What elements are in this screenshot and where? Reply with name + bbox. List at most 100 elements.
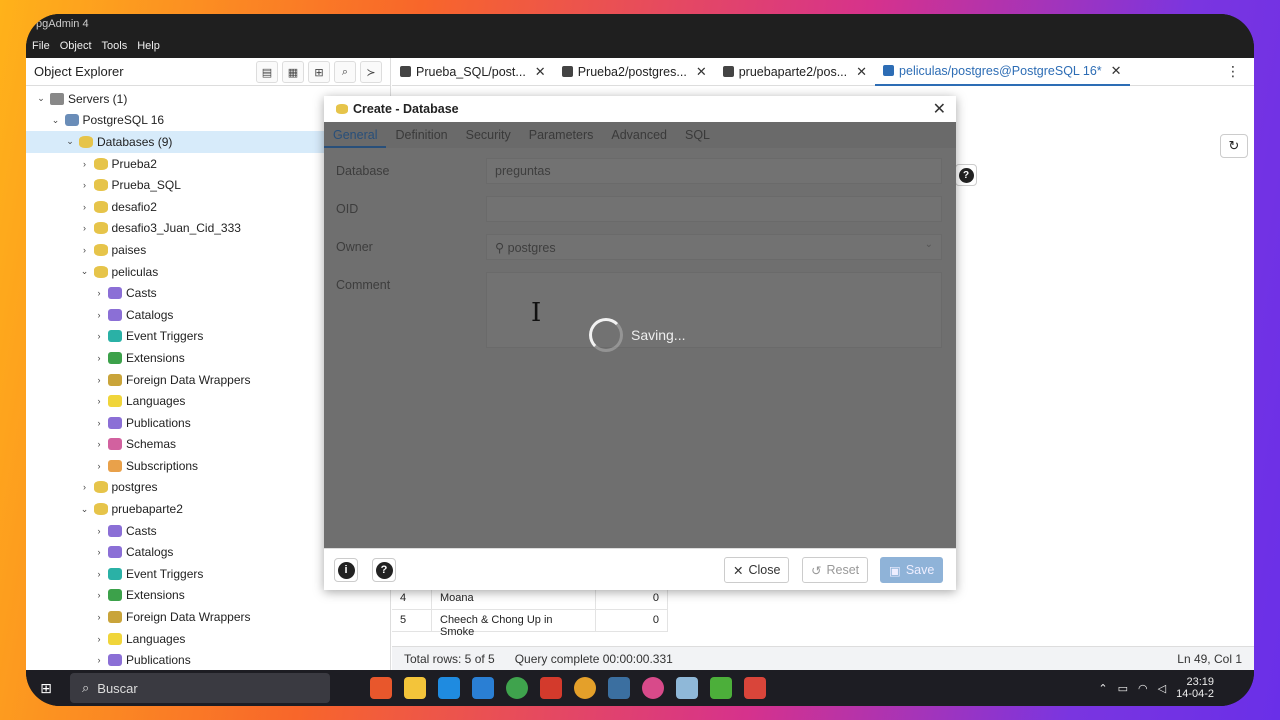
table-row[interactable]: 4 Moana 0 (392, 588, 668, 610)
more-menu-icon[interactable]: ⋮ (1226, 63, 1254, 80)
tab-sql[interactable]: SQL (676, 122, 719, 148)
close-icon[interactable]: ✕ (1111, 63, 1122, 79)
chevron-right-icon[interactable]: › (92, 418, 106, 428)
save-button[interactable]: ▣ Save (880, 557, 944, 583)
chevron-up-icon[interactable]: ⌃ (1098, 682, 1107, 695)
filter-table-icon[interactable]: ⊞ (308, 61, 330, 83)
clock[interactable]: 23:19 14-04-2 (1176, 676, 1214, 700)
chevron-right-icon[interactable]: › (78, 159, 92, 169)
query-tab[interactable]: pruebaparte2/pos... ✕ (715, 58, 875, 86)
tree-item-label: Schemas (126, 437, 177, 452)
owner-select[interactable]: ⚲ postgres ⌄ (486, 234, 942, 260)
tab-general[interactable]: General (324, 122, 387, 148)
query-tab[interactable]: Prueba2/postgres... ✕ (554, 58, 715, 86)
chevron-right-icon[interactable]: › (92, 461, 106, 471)
menu-help[interactable]: Help (137, 40, 160, 56)
app-icon[interactable] (710, 677, 732, 699)
chevron-down-icon[interactable]: ⌄ (78, 504, 92, 515)
query-tab[interactable]: Prueba_SQL/post... ✕ (392, 58, 554, 86)
pgadmin-icon[interactable] (608, 677, 630, 699)
help-button[interactable]: ? (372, 558, 396, 582)
table-tool-icon[interactable]: ▦ (282, 61, 304, 83)
close-icon[interactable]: ✕ (856, 64, 867, 80)
tree-item-label: Extensions (126, 350, 185, 365)
vscode-icon[interactable] (472, 677, 494, 699)
file-explorer-icon[interactable] (404, 677, 426, 699)
tree-item-label: paises (111, 242, 147, 257)
chevron-down-icon[interactable]: ⌄ (34, 93, 48, 104)
chevron-right-icon[interactable]: › (92, 547, 106, 557)
app-icon[interactable] (438, 677, 460, 699)
dialog-titlebar[interactable]: Create - Database ✕ (324, 96, 956, 122)
search-placeholder: Buscar (97, 680, 138, 696)
comment-textarea[interactable] (486, 272, 942, 348)
app-icon[interactable] (642, 677, 664, 699)
battery-icon[interactable]: ▭ (1118, 682, 1128, 695)
chrome-icon[interactable] (574, 677, 596, 699)
close-button[interactable]: ✕ Close (724, 557, 790, 583)
firefox-icon[interactable] (370, 677, 392, 699)
tab-advanced[interactable]: Advanced (602, 122, 676, 148)
chevron-down-icon[interactable]: ⌄ (63, 136, 77, 147)
tree-item-label: Event Triggers (126, 329, 204, 344)
chevron-right-icon[interactable]: › (78, 180, 92, 190)
tab-definition[interactable]: Definition (386, 122, 456, 148)
oid-input[interactable] (486, 196, 942, 222)
chevron-right-icon[interactable]: › (92, 526, 106, 536)
app-icon[interactable] (676, 677, 698, 699)
database-input[interactable]: preguntas (486, 158, 942, 184)
chevron-right-icon[interactable]: › (92, 655, 106, 665)
refresh-icon[interactable]: ↻ (1220, 134, 1248, 158)
menu-object[interactable]: Object (60, 40, 92, 56)
close-icon: ✕ (733, 563, 744, 578)
tab-parameters[interactable]: Parameters (520, 122, 603, 148)
reset-button[interactable]: ↺ Reset (802, 557, 869, 583)
chevron-right-icon[interactable]: › (92, 331, 106, 341)
extensions-icon (108, 589, 122, 602)
taskbar-search[interactable]: ⌕ Buscar (70, 673, 330, 703)
table-row[interactable]: 5 Cheech & Chong Up in Smoke 0 (392, 610, 668, 638)
chevron-right-icon[interactable]: › (92, 353, 106, 363)
menu-tools[interactable]: Tools (102, 40, 128, 56)
chevron-right-icon[interactable]: › (78, 245, 92, 255)
terminal-icon[interactable]: ≻ (360, 61, 382, 83)
chevron-right-icon[interactable]: › (92, 439, 106, 449)
chevron-right-icon[interactable]: › (78, 482, 92, 492)
wifi-icon[interactable]: ◠ (1138, 682, 1148, 695)
tab-security[interactable]: Security (457, 122, 520, 148)
close-icon[interactable]: ✕ (933, 99, 946, 119)
cursor-position: Ln 49, Col 1 (1177, 651, 1242, 666)
close-icon[interactable]: ✕ (535, 64, 546, 80)
search-icon[interactable]: ⌕ (334, 61, 356, 83)
database-tool-icon[interactable]: ▤ (256, 61, 278, 83)
chevron-right-icon[interactable]: › (78, 202, 92, 212)
chevron-right-icon[interactable]: › (92, 612, 106, 622)
event-triggers-icon (108, 330, 122, 343)
chevron-right-icon[interactable]: › (92, 310, 106, 320)
tree-item[interactable]: › Publications (26, 649, 390, 671)
query-tab[interactable]: peliculas/postgres@PostgreSQL 16* ✕ (875, 58, 1130, 86)
chevron-right-icon[interactable]: › (92, 634, 106, 644)
owner-value: postgres (507, 241, 556, 255)
app-icon[interactable] (744, 677, 766, 699)
chevron-right-icon[interactable]: › (92, 396, 106, 406)
chevron-right-icon[interactable]: › (92, 288, 106, 298)
chevron-down-icon[interactable]: ⌄ (78, 266, 92, 277)
tree-item-label: Prueba_SQL (111, 178, 181, 193)
chevron-right-icon[interactable]: › (92, 590, 106, 600)
chevron-right-icon[interactable]: › (78, 223, 92, 233)
spinner-icon (589, 318, 623, 352)
chevron-down-icon[interactable]: ⌄ (49, 115, 63, 126)
chevron-right-icon[interactable]: › (92, 375, 106, 385)
info-button[interactable]: i (334, 558, 358, 582)
chrome-icon[interactable] (506, 677, 528, 699)
help-icon[interactable]: ? (955, 164, 977, 186)
menu-file[interactable]: File (32, 40, 50, 56)
tree-item[interactable]: › Foreign Data Wrappers (26, 606, 390, 628)
windows-start-icon[interactable]: ⊞ (26, 670, 66, 706)
close-icon[interactable]: ✕ (696, 64, 707, 80)
chevron-right-icon[interactable]: › (92, 569, 106, 579)
volume-icon[interactable]: ◁ (1158, 682, 1166, 695)
acrobat-icon[interactable] (540, 677, 562, 699)
tree-item[interactable]: › Languages (26, 628, 390, 650)
